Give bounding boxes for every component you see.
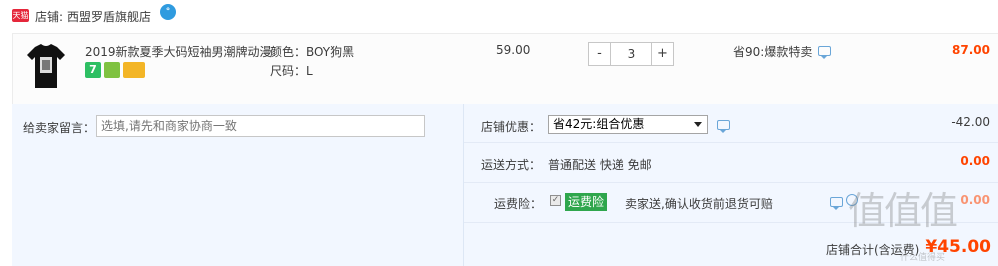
insurance-fee: 0.00: [960, 193, 990, 207]
quantity-stepper: - +: [588, 42, 674, 66]
divider: [464, 142, 998, 143]
insurance-text: 卖家送,确认收货前退货可赔: [625, 197, 773, 211]
guarantee-icon[interactable]: [104, 62, 120, 78]
watermark-logo: 值值值: [848, 189, 958, 233]
quantity-decrease-button[interactable]: -: [589, 43, 611, 65]
insurance-tag: 运费险: [565, 193, 608, 211]
quantity-input[interactable]: [612, 43, 651, 65]
shop-header: 天猫 店铺: 西盟罗盾旗舰店 °: [0, 0, 998, 33]
seven-day-return-icon[interactable]: 7: [85, 62, 101, 78]
promo-comment-icon[interactable]: [818, 46, 831, 59]
shop-coupon-select[interactable]: 省42元:组合优惠: [548, 115, 708, 134]
shipping-fee: 0.00: [960, 154, 990, 168]
shop-name-link[interactable]: 西盟罗盾旗舰店: [67, 8, 151, 25]
sku-color: 颜色：BOY狗黑: [270, 45, 355, 59]
quantity-increase-button[interactable]: +: [651, 43, 673, 65]
seller-message-input[interactable]: [96, 115, 425, 137]
insurance-checkbox[interactable]: ✓: [550, 195, 561, 206]
message-label: 给卖家留言：: [23, 121, 96, 135]
shop-label: 店铺:: [35, 10, 64, 24]
unit-price: 59.00: [496, 43, 531, 57]
tmall-badge-icon: 天猫: [12, 9, 29, 22]
order-item-row: 2019新款夏季大码短袖男潮牌动漫T恤 7 颜色：BOY狗黑 尺码：L 59.0…: [12, 33, 998, 104]
insurance-comment-icon[interactable]: [830, 197, 843, 210]
shipping-label: 运送方式：: [481, 158, 542, 172]
coupon-selected-value: 省42元:组合优惠: [553, 117, 645, 131]
credit-card-icon[interactable]: [123, 62, 145, 78]
watermark-caption: 什么值得买: [900, 253, 946, 263]
product-thumbnail[interactable]: [25, 41, 67, 91]
coupon-label: 店铺优惠：: [481, 120, 542, 134]
chevron-down-icon: [694, 122, 702, 127]
wangwang-chat-icon[interactable]: °: [160, 4, 176, 20]
sku-size: 尺码：L: [270, 64, 313, 78]
insurance-label: 运费险：: [494, 197, 543, 211]
shipping-method: 普通配送 快递 免邮: [548, 158, 652, 172]
item-subtotal: 87.00: [952, 43, 990, 57]
coupon-comment-icon[interactable]: [717, 120, 730, 133]
coupon-discount: -42.00: [951, 115, 990, 129]
promotion-text: 省90:爆款特卖: [733, 45, 813, 59]
product-title-link[interactable]: 2019新款夏季大码短袖男潮牌动漫T恤: [85, 43, 275, 60]
